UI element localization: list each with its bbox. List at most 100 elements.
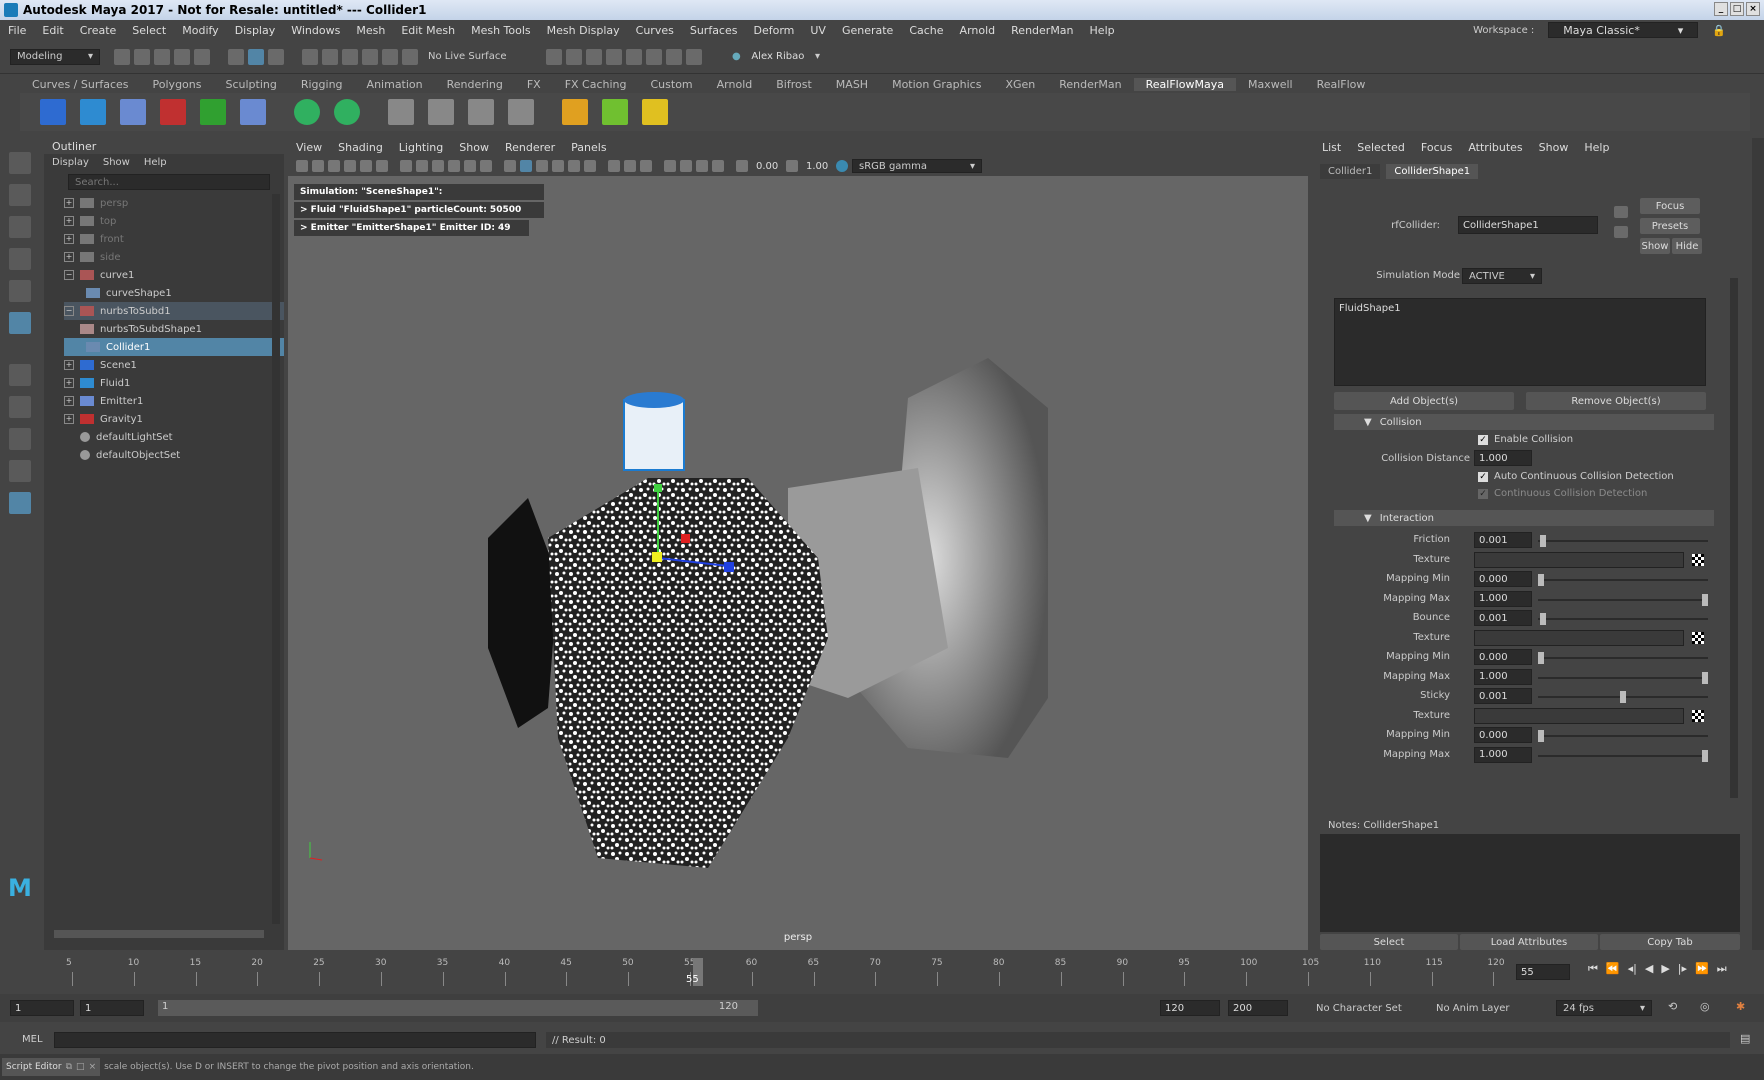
- export-icon[interactable]: [602, 99, 628, 125]
- outliner-menu-help[interactable]: Help: [144, 157, 167, 168]
- interaction-slider[interactable]: [1538, 574, 1708, 586]
- anim-layer-dropdown[interactable]: No Anim Layer: [1430, 1000, 1540, 1016]
- copy-tab-button[interactable]: Copy Tab: [1600, 934, 1740, 950]
- interaction-value-field[interactable]: 0.001: [1474, 532, 1532, 548]
- select-object-icon[interactable]: [248, 48, 264, 65]
- collapse-icon[interactable]: −: [64, 306, 74, 316]
- play-forwards-icon[interactable]: ▶: [1661, 962, 1669, 976]
- shelf-tab-maxwell[interactable]: Maxwell: [1236, 78, 1305, 91]
- vp-menu-lighting[interactable]: Lighting: [399, 141, 443, 154]
- bookmark-icon[interactable]: [328, 160, 340, 172]
- select-camera-icon[interactable]: [296, 160, 308, 172]
- render-settings-icon[interactable]: [606, 48, 622, 65]
- interaction-value-field[interactable]: 0.000: [1474, 649, 1532, 665]
- interaction-slider[interactable]: [1538, 613, 1708, 625]
- outliner-search-input[interactable]: Search...: [68, 174, 270, 190]
- side-tab-strip[interactable]: [1752, 138, 1764, 950]
- expand-icon[interactable]: +: [64, 234, 74, 244]
- menu-create[interactable]: Create: [72, 24, 125, 37]
- tree-item-curveshape1[interactable]: curveShape1: [64, 284, 284, 302]
- close-icon[interactable]: ×: [1746, 2, 1760, 16]
- window-max-icon[interactable]: □: [76, 1062, 85, 1072]
- tree-item-nurbstosubd1[interactable]: − nurbsToSubd1: [64, 302, 284, 320]
- step-back-key-icon[interactable]: ⏪: [1606, 962, 1620, 976]
- move-tool-icon[interactable]: [9, 248, 31, 270]
- enable-collision-row[interactable]: ✓ Enable Collision: [1478, 434, 1573, 445]
- four-view-icon[interactable]: [9, 428, 31, 450]
- expand-icon[interactable]: +: [64, 396, 74, 406]
- interaction-slider[interactable]: [1538, 535, 1708, 547]
- step-forward-frame-icon[interactable]: |▸: [1678, 962, 1687, 976]
- outliner-menu-display[interactable]: Display: [52, 157, 89, 168]
- go-to-end-icon[interactable]: ⏭: [1717, 962, 1727, 976]
- manipulator-z-handle[interactable]: [681, 534, 690, 543]
- slider-knob[interactable]: [1539, 613, 1546, 625]
- interaction-value-field[interactable]: 0.000: [1474, 571, 1532, 587]
- manipulator-center-handle[interactable]: [652, 552, 662, 562]
- resolution-gate-icon[interactable]: [432, 160, 444, 172]
- xray-components-icon[interactable]: [712, 160, 724, 172]
- anti-aliasing-icon[interactable]: [640, 160, 652, 172]
- shelf-tab-renderman[interactable]: RenderMan: [1047, 78, 1133, 91]
- expand-icon[interactable]: +: [64, 378, 74, 388]
- rf-scene-icon[interactable]: [40, 99, 66, 125]
- rf-emitter-icon[interactable]: [120, 99, 146, 125]
- gamma-icon[interactable]: [786, 160, 798, 172]
- shadows-icon[interactable]: [584, 160, 596, 172]
- interaction-slider[interactable]: [1538, 652, 1708, 664]
- maximize-icon[interactable]: □: [1730, 2, 1744, 16]
- hypershade-icon[interactable]: [626, 48, 642, 65]
- texture-field[interactable]: [1474, 707, 1684, 724]
- grease-pencil-icon[interactable]: [376, 160, 388, 172]
- interaction-slider[interactable]: [1538, 691, 1708, 703]
- collapse-icon[interactable]: −: [64, 270, 74, 280]
- paint-select-tool-icon[interactable]: [9, 216, 31, 238]
- menu-help[interactable]: Help: [1082, 24, 1123, 37]
- rf-mesher-icon[interactable]: [200, 99, 226, 125]
- texture-field[interactable]: [1474, 629, 1684, 646]
- expand-icon[interactable]: +: [64, 252, 74, 262]
- ambient-occlusion-icon[interactable]: [608, 160, 620, 172]
- ae-tab-collider1[interactable]: Collider1: [1320, 164, 1381, 179]
- step-forward-key-icon[interactable]: ⏩: [1695, 962, 1709, 976]
- grid-icon[interactable]: [400, 160, 412, 172]
- expand-icon[interactable]: +: [64, 414, 74, 424]
- menu-edit[interactable]: Edit: [34, 24, 71, 37]
- ae-menu-attributes[interactable]: Attributes: [1468, 141, 1522, 154]
- menu-modify[interactable]: Modify: [174, 24, 226, 37]
- animation-start-field[interactable]: 1: [10, 1000, 74, 1016]
- wireframe-on-shaded-icon[interactable]: [536, 160, 548, 172]
- slider-knob[interactable]: [1538, 730, 1544, 742]
- menu-mesh-display[interactable]: Mesh Display: [539, 24, 628, 37]
- character-set-dropdown[interactable]: No Character Set: [1310, 1000, 1422, 1016]
- shelf-tab-sculpting[interactable]: Sculpting: [213, 78, 288, 91]
- outliner-layout-icon[interactable]: [9, 492, 31, 514]
- outliner-vertical-scrollbar[interactable]: [272, 194, 280, 924]
- interaction-value-field[interactable]: 1.000: [1474, 668, 1532, 685]
- checker-map-icon[interactable]: [1692, 709, 1704, 722]
- ae-menu-show[interactable]: Show: [1539, 141, 1569, 154]
- current-frame-field[interactable]: 55: [1516, 964, 1570, 980]
- gamma-field[interactable]: 1.00: [802, 159, 832, 173]
- linked-object-item[interactable]: FluidShape1: [1335, 299, 1705, 318]
- history-icon[interactable]: [546, 48, 562, 65]
- shelf-tab-bifrost[interactable]: Bifrost: [764, 78, 824, 91]
- shelf-tab-polygons[interactable]: Polygons: [141, 78, 214, 91]
- gate-mask-icon[interactable]: [448, 160, 460, 172]
- step-sim-icon[interactable]: [468, 99, 494, 125]
- menu-display[interactable]: Display: [227, 24, 284, 37]
- 2d-pan-icon[interactable]: [360, 160, 372, 172]
- shelf-tab-mash[interactable]: MASH: [824, 78, 880, 91]
- shelf-tab-animation[interactable]: Animation: [355, 78, 435, 91]
- ae-scrollbar[interactable]: [1730, 278, 1738, 798]
- linked-objects-list[interactable]: FluidShape1: [1334, 298, 1706, 386]
- texture-field[interactable]: [1474, 551, 1684, 568]
- slider-knob[interactable]: [1539, 535, 1546, 547]
- tree-item-gravity1[interactable]: + Gravity1: [64, 410, 284, 428]
- step-back-frame-icon[interactable]: ◂|: [1628, 962, 1637, 976]
- cache-icon[interactable]: [642, 99, 668, 125]
- slider-knob[interactable]: [1702, 671, 1708, 684]
- ae-menu-list[interactable]: List: [1322, 141, 1341, 154]
- slider-knob[interactable]: [1620, 691, 1626, 703]
- lasso-tool-icon[interactable]: [9, 184, 31, 206]
